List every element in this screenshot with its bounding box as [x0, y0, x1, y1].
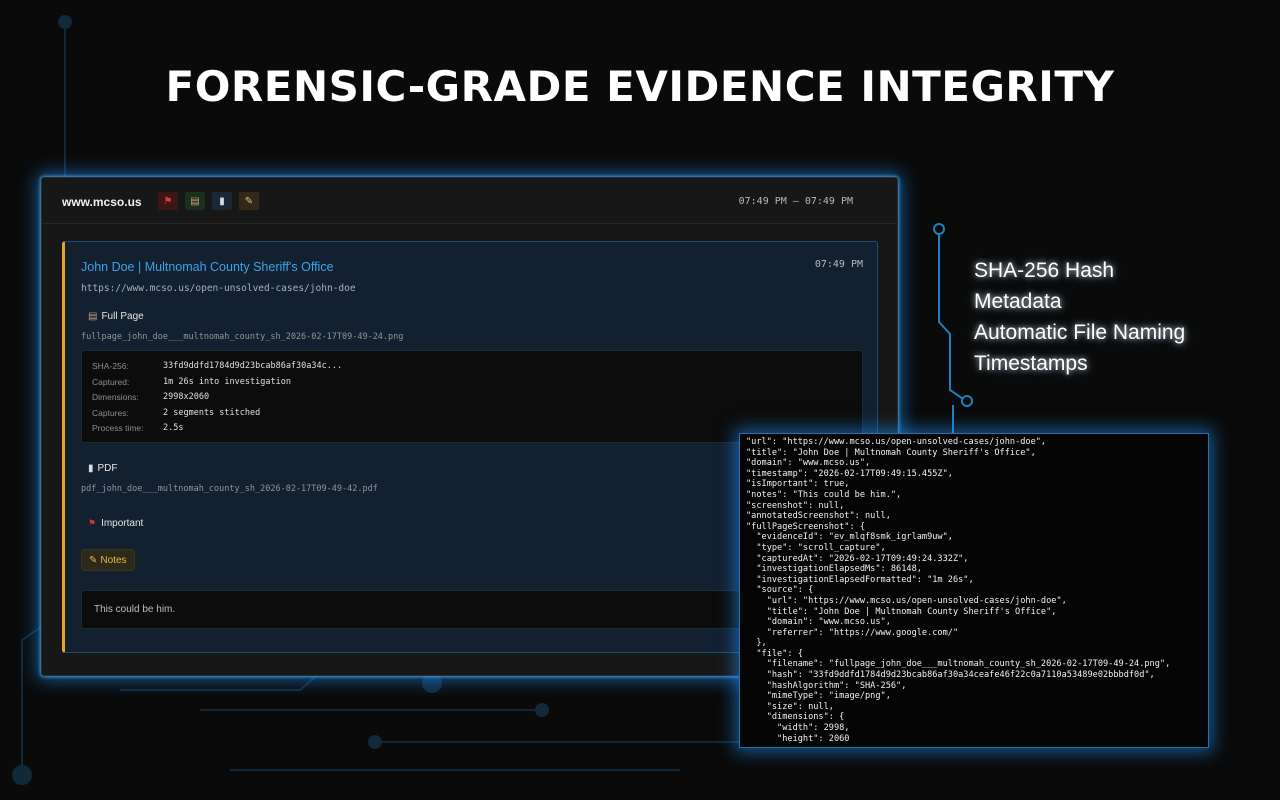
- fullpage-label: ▤ Full Page: [88, 311, 144, 322]
- json-line: "annotatedScreenshot": null,: [746, 511, 891, 522]
- notes-button[interactable]: ✎ Notes: [81, 549, 135, 571]
- flag-icon[interactable]: ⚑: [158, 192, 178, 210]
- pdf-filename: pdf_john_doe___multnomah_county_sh_2026-…: [81, 484, 378, 494]
- meta-value: 1m 26s into investigation: [163, 377, 291, 387]
- pdf-label-text: PDF: [97, 463, 118, 474]
- time-range: 07:49 PM – 07:49 PM: [738, 196, 853, 207]
- meta-row: Captured: 1m 26s into investigation: [92, 377, 291, 387]
- json-line: "height": 2060: [746, 733, 850, 744]
- important-marker: ⚑ Important: [88, 518, 143, 529]
- meta-key: Process time:: [92, 423, 144, 433]
- meta-key: Dimensions:: [92, 392, 139, 402]
- meta-value: 2 segments stitched: [163, 408, 261, 418]
- document-icon[interactable]: ▮: [212, 192, 232, 210]
- page-icon: ▤: [88, 311, 98, 322]
- meta-row: Captures: 2 segments stitched: [92, 408, 260, 418]
- json-line: "fullPageScreenshot": {: [746, 521, 865, 532]
- card-title[interactable]: John Doe | Multnomah County Sheriff's Of…: [81, 260, 334, 274]
- meta-value: 33fd9ddfd1784d9d23bcab86af30a34c...: [163, 361, 343, 371]
- json-line: "url": "https://www.mcso.us/open-unsolve…: [746, 437, 1047, 447]
- fullpage-label-text: Full Page: [101, 311, 144, 322]
- json-line: "mimeType": "image/png",: [746, 691, 891, 702]
- json-line: },: [746, 638, 767, 649]
- meta-key: SHA-256:: [92, 361, 129, 371]
- domain-label: www.mcso.us: [62, 195, 142, 209]
- json-line: "isImportant": true,: [746, 479, 850, 490]
- json-line: "capturedAt": "2026-02-17T09:49:24.332Z"…: [746, 553, 969, 564]
- notes-icon[interactable]: ✎: [239, 192, 259, 210]
- json-line: "width": 2998,: [746, 723, 850, 734]
- important-label-text: Important: [101, 518, 144, 529]
- json-line: "hash": "33fd9ddfd1784d9d23bcab86af30a34…: [746, 670, 1155, 681]
- json-line: "domain": "www.mcso.us",: [746, 458, 871, 469]
- notes-icon: ✎: [89, 554, 98, 566]
- metadata-box: SHA-256: 33fd9ddfd1784d9d23bcab86af30a34…: [81, 350, 863, 443]
- fullpage-filename: fullpage_john_doe___multnomah_county_sh_…: [81, 332, 404, 342]
- meta-key: Captures:: [92, 408, 129, 418]
- json-line: "domain": "www.mcso.us",: [746, 617, 891, 628]
- meta-key: Captured:: [92, 377, 130, 387]
- json-line: "hashAlgorithm": "SHA-256",: [746, 680, 907, 691]
- meta-value: 2998x2060: [163, 392, 210, 402]
- json-line: "size": null,: [746, 701, 834, 712]
- meta-row: Dimensions: 2998x2060: [92, 392, 209, 402]
- json-line: "source": {: [746, 585, 814, 596]
- meta-row: SHA-256: 33fd9ddfd1784d9d23bcab86af30a34…: [92, 361, 342, 371]
- page-headline: FORENSIC-GRADE EVIDENCE INTEGRITY: [165, 62, 1115, 111]
- json-code: "url": "https://www.mcso.us/open-unsolve…: [746, 437, 1206, 744]
- json-line: "notes": "This could be him.",: [746, 489, 902, 500]
- meta-value: 2.5s: [163, 423, 184, 433]
- feature-item: SHA-256 Hash: [974, 259, 1115, 282]
- flag-icon: ⚑: [88, 518, 97, 528]
- json-line: "url": "https://www.mcso.us/open-unsolve…: [746, 595, 1067, 606]
- json-line: "evidenceId": "ev_mlqf8smk_igrlam9uw",: [746, 532, 953, 543]
- panel-header: www.mcso.us ⚑ ▤ ▮ ✎ 07:49 PM – 07:49 PM: [42, 178, 897, 224]
- json-line: "dimensions": {: [746, 712, 845, 723]
- feature-item: Automatic File Naming: [974, 321, 1186, 344]
- header-icon-group: ⚑ ▤ ▮ ✎: [158, 192, 259, 210]
- json-line: "referrer": "https://www.google.com/": [746, 627, 959, 638]
- feature-list: SHA-256 Hash Metadata Automatic File Nam…: [974, 255, 1185, 379]
- page-icon[interactable]: ▤: [185, 192, 205, 210]
- json-line: "type": "scroll_capture",: [746, 542, 886, 553]
- json-metadata-panel[interactable]: "url": "https://www.mcso.us/open-unsolve…: [739, 433, 1209, 748]
- meta-row: Process time: 2.5s: [92, 423, 183, 433]
- json-line: "file": {: [746, 648, 803, 659]
- pdf-label: ▮ PDF: [88, 463, 118, 474]
- json-line: "timestamp": "2026-02-17T09:49:15.455Z",: [746, 468, 953, 479]
- card-time: 07:49 PM: [814, 259, 863, 270]
- card-url[interactable]: https://www.mcso.us/open-unsolved-cases/…: [81, 283, 356, 294]
- json-line: "investigationElapsedMs": 86148,: [746, 564, 922, 575]
- notes-button-label: Notes: [100, 554, 127, 566]
- json-line: "title": "John Doe | Multnomah County Sh…: [746, 606, 1057, 617]
- document-icon: ▮: [88, 463, 94, 474]
- feature-item: Timestamps: [974, 352, 1088, 375]
- json-line: "investigationElapsedFormatted": "1m 26s…: [746, 574, 974, 585]
- json-line: "filename": "fullpage_john_doe___multnom…: [746, 659, 1171, 670]
- feature-item: Metadata: [974, 290, 1062, 313]
- json-line: "title": "John Doe | Multnomah County Sh…: [746, 447, 1036, 458]
- json-line: "screenshot": null,: [746, 500, 845, 511]
- notes-text: This could be him.: [94, 604, 176, 615]
